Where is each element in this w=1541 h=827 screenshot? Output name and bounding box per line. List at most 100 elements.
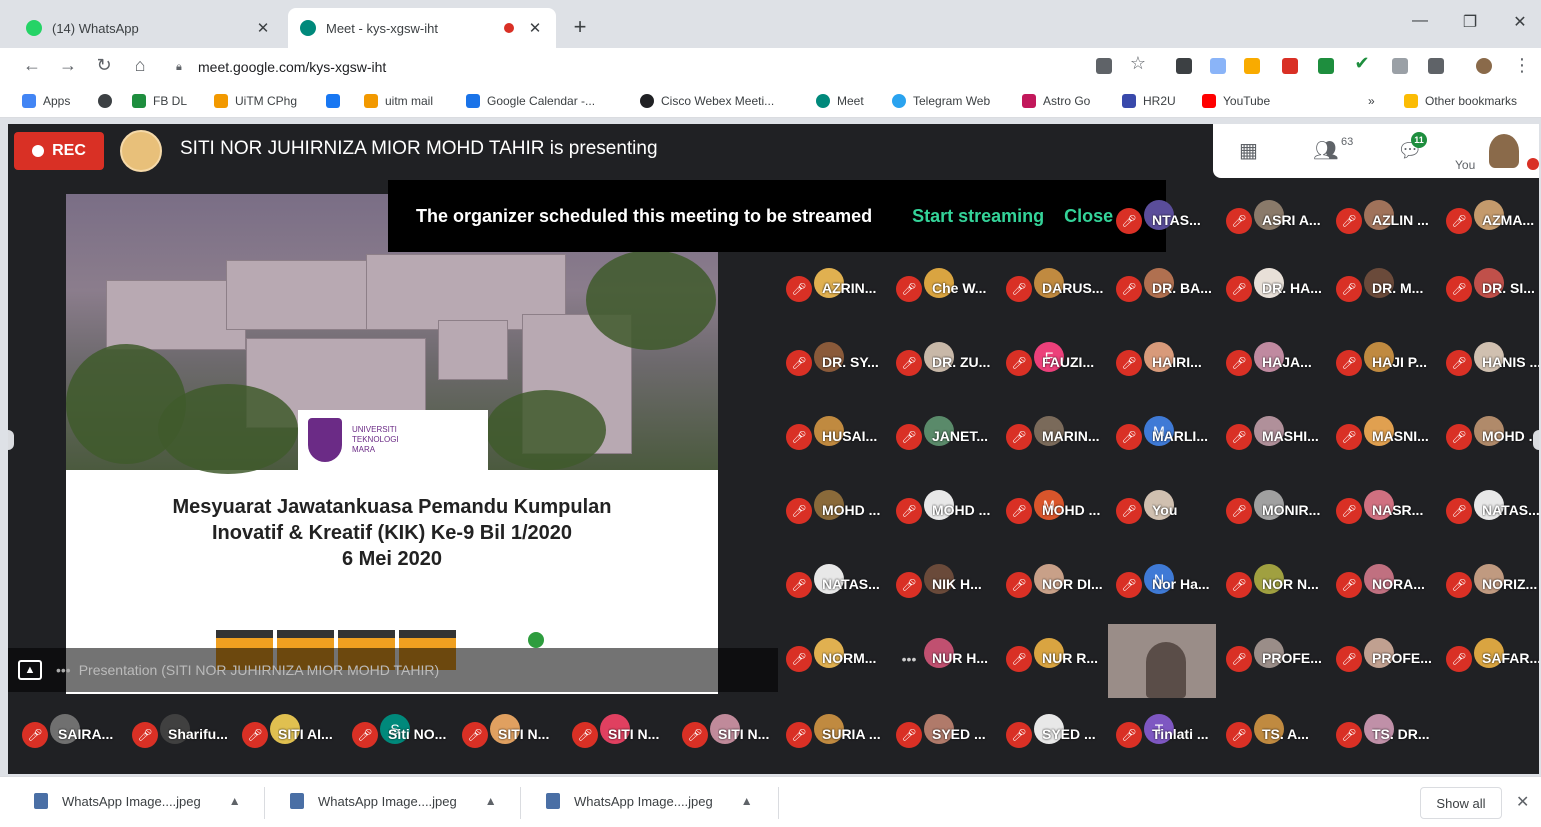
bookmark-apps[interactable]: Apps xyxy=(22,94,70,108)
participant-tile[interactable]: 🎤︎ DR. BA... xyxy=(1116,268,1226,302)
participant-tile[interactable]: 🎤︎ SITI N... xyxy=(462,714,572,748)
bookmark-hr2u[interactable]: HR2U xyxy=(1122,94,1176,108)
participant-tile[interactable]: 🎤︎ Sharifu... xyxy=(132,714,242,748)
participant-tile[interactable]: 🎤︎ NORA... xyxy=(1336,564,1446,598)
participant-tile[interactable]: 🎤︎ M MOHD ... xyxy=(1006,490,1116,524)
participant-tile[interactable]: 🎤︎ HAJA... xyxy=(1226,342,1336,376)
chevron-up-icon[interactable]: ▲ xyxy=(741,794,753,808)
camera-icon[interactable] xyxy=(1096,58,1112,74)
checkmark-icon[interactable]: ✔ xyxy=(1350,53,1374,74)
tab-close-icon[interactable]: ✕ xyxy=(254,19,272,37)
new-tab-button[interactable]: + xyxy=(568,14,592,40)
bookmark-uitm-mail[interactable]: uitm mail xyxy=(364,94,433,108)
participant-tile[interactable]: 🎤︎ NATAS... xyxy=(786,564,896,598)
participant-tile[interactable]: 🎤︎ HANIS ... xyxy=(1446,342,1539,376)
bookmark-cisco-webex[interactable]: Cisco Webex Meeti... xyxy=(640,94,774,108)
tab-whatsapp[interactable]: (14) WhatsApp ✕ xyxy=(14,8,284,48)
menu-icon[interactable]: ⋮ xyxy=(1510,55,1534,76)
participant-tile[interactable]: 🎤︎ MASNI... xyxy=(1336,416,1446,450)
participant-tile[interactable]: 🎤︎ DR. SY... xyxy=(786,342,896,376)
extension-icon[interactable] xyxy=(1282,58,1298,74)
participant-tile[interactable]: 🎤︎ NOR DI... xyxy=(1006,564,1116,598)
participant-tile[interactable]: 🎤︎ F FAUZI... xyxy=(1006,342,1116,376)
bookmark-google-calendar[interactable]: Google Calendar -... xyxy=(466,94,595,108)
chevron-up-icon[interactable]: ▲ xyxy=(485,794,497,808)
extension-icon[interactable] xyxy=(1176,58,1192,74)
participant-tile[interactable]: ••• NUR H... xyxy=(896,638,1006,672)
show-all-button[interactable]: Show all xyxy=(1420,787,1502,819)
participant-tile[interactable]: 🎤︎ PROFE... xyxy=(1336,638,1446,672)
bookmark-astro-go[interactable]: Astro Go xyxy=(1022,94,1090,108)
chevron-up-icon[interactable]: ▲ xyxy=(229,794,241,808)
bookmark-meet[interactable]: Meet xyxy=(816,94,864,108)
home-icon[interactable]: ⌂ xyxy=(128,55,152,76)
participant-tile[interactable]: 🎤︎ DARUS... xyxy=(1006,268,1116,302)
self-avatar[interactable] xyxy=(1489,134,1519,168)
tab-close-icon[interactable]: ✕ xyxy=(526,19,544,37)
other-bookmarks[interactable]: Other bookmarks xyxy=(1404,94,1517,108)
participant-tile[interactable]: 🎤︎ SYED ... xyxy=(1006,714,1116,748)
participant-tile[interactable]: 🎤︎ AZMA... xyxy=(1446,200,1539,234)
more-bookmarks-button[interactable]: » xyxy=(1368,94,1375,108)
participant-tile[interactable]: 🎤︎ MONIR... xyxy=(1226,490,1336,524)
participant-tile[interactable]: 🎤︎ TS. A... xyxy=(1226,714,1336,748)
bookmark-uitm-cphg[interactable]: UiTM CPhg xyxy=(214,94,297,108)
participant-video-tile[interactable] xyxy=(1108,624,1216,698)
bookmark-youtube[interactable]: YouTube xyxy=(1202,94,1270,108)
left-scroll-handle[interactable] xyxy=(8,430,14,450)
people-icon[interactable]: 👥︎ xyxy=(1313,138,1338,163)
start-streaming-button[interactable]: Start streaming xyxy=(912,206,1044,227)
participant-tile[interactable]: 🎤︎ DR. HA... xyxy=(1226,268,1336,302)
bookmark-telegram[interactable]: Telegram Web xyxy=(892,94,990,108)
participant-tile[interactable]: 🎤︎ Che W... xyxy=(896,268,1006,302)
recording-badge[interactable]: REC xyxy=(14,132,104,170)
participant-tile[interactable]: 🎤︎ SITI N... xyxy=(572,714,682,748)
participant-tile[interactable]: 🎤︎ MOHD ... xyxy=(786,490,896,524)
participant-tile[interactable]: 🎤︎ HAJI P... xyxy=(1336,342,1446,376)
participant-tile[interactable]: 🎤︎ SAFAR... xyxy=(1446,638,1539,672)
download-item[interactable]: WhatsApp Image....jpeg ▲ xyxy=(34,793,241,809)
extension-icon[interactable] xyxy=(1244,58,1260,74)
forward-icon[interactable]: → xyxy=(56,55,80,76)
bookmark-globe[interactable] xyxy=(98,94,119,108)
participant-tile[interactable]: 🎤︎ NORIZ... xyxy=(1446,564,1539,598)
participant-tile[interactable]: 🎤︎ NUR R... xyxy=(1006,638,1116,672)
participant-tile[interactable]: 🎤︎ AZRIN... xyxy=(786,268,896,302)
participant-tile[interactable]: 🎤︎ PROFE... xyxy=(1226,638,1336,672)
profile-avatar[interactable] xyxy=(1476,58,1492,74)
bookmark-facebook[interactable] xyxy=(326,94,347,108)
participant-tile[interactable]: 🎤︎ NATAS... xyxy=(1446,490,1539,524)
participant-tile[interactable]: 🎤︎ ASRI A... xyxy=(1226,200,1336,234)
participant-tile[interactable]: 🎤︎ S Siti NO... xyxy=(352,714,462,748)
star-icon[interactable]: ☆ xyxy=(1126,53,1150,74)
extension-icon[interactable] xyxy=(1210,58,1226,74)
participant-tile[interactable]: 🎤︎ T Tinlati ... xyxy=(1116,714,1226,748)
participant-tile[interactable]: 🎤︎ MASHI... xyxy=(1226,416,1336,450)
participant-tile[interactable]: 🎤︎ NORM... xyxy=(786,638,896,672)
layout-grid-icon[interactable]: ▦ xyxy=(1239,138,1258,163)
address-bar[interactable]: 🔒︎ meet.google.com/kys-xgsw-iht xyxy=(168,53,1168,81)
more-options-icon[interactable]: ••• xyxy=(56,662,71,678)
participant-tile[interactable]: 🎤︎ MARIN... xyxy=(1006,416,1116,450)
participant-tile[interactable]: 🎤︎ N Nor Ha... xyxy=(1116,564,1226,598)
extension-icon[interactable] xyxy=(1428,58,1444,74)
participant-tile[interactable]: 🎤︎ NTAS... xyxy=(1116,200,1226,234)
participant-tile[interactable]: 🎤︎ AZLIN ... xyxy=(1336,200,1446,234)
participant-tile[interactable]: 🎤︎ TS. DR... xyxy=(1336,714,1446,748)
download-item[interactable]: WhatsApp Image....jpeg ▲ xyxy=(290,793,497,809)
reload-icon[interactable]: ↻ xyxy=(92,55,116,76)
participant-tile[interactable]: 🎤︎ M MARLI... xyxy=(1116,416,1226,450)
participant-tile[interactable]: 🎤︎ SURIA ... xyxy=(786,714,896,748)
present-screen-icon[interactable]: ▲ xyxy=(18,660,42,680)
participant-tile[interactable]: 🎤︎ DR. SI... xyxy=(1446,268,1539,302)
participant-tile[interactable]: 🎤︎ MOHD ... xyxy=(1446,416,1539,450)
participant-tile[interactable]: 🎤︎ SITI AI... xyxy=(242,714,352,748)
back-icon[interactable]: ← xyxy=(20,55,44,76)
extension-icon[interactable] xyxy=(1392,58,1408,74)
close-shelf-icon[interactable]: ✕ xyxy=(1516,792,1529,812)
participant-tile[interactable]: 🎤︎ HUSAI... xyxy=(786,416,896,450)
participant-tile[interactable]: 🎤︎ DR. ZU... xyxy=(896,342,1006,376)
participant-tile[interactable]: 🎤︎ JANET... xyxy=(896,416,1006,450)
participant-tile[interactable]: 🎤︎ MOHD ... xyxy=(896,490,1006,524)
participant-tile[interactable]: 🎤︎ You xyxy=(1116,490,1226,524)
